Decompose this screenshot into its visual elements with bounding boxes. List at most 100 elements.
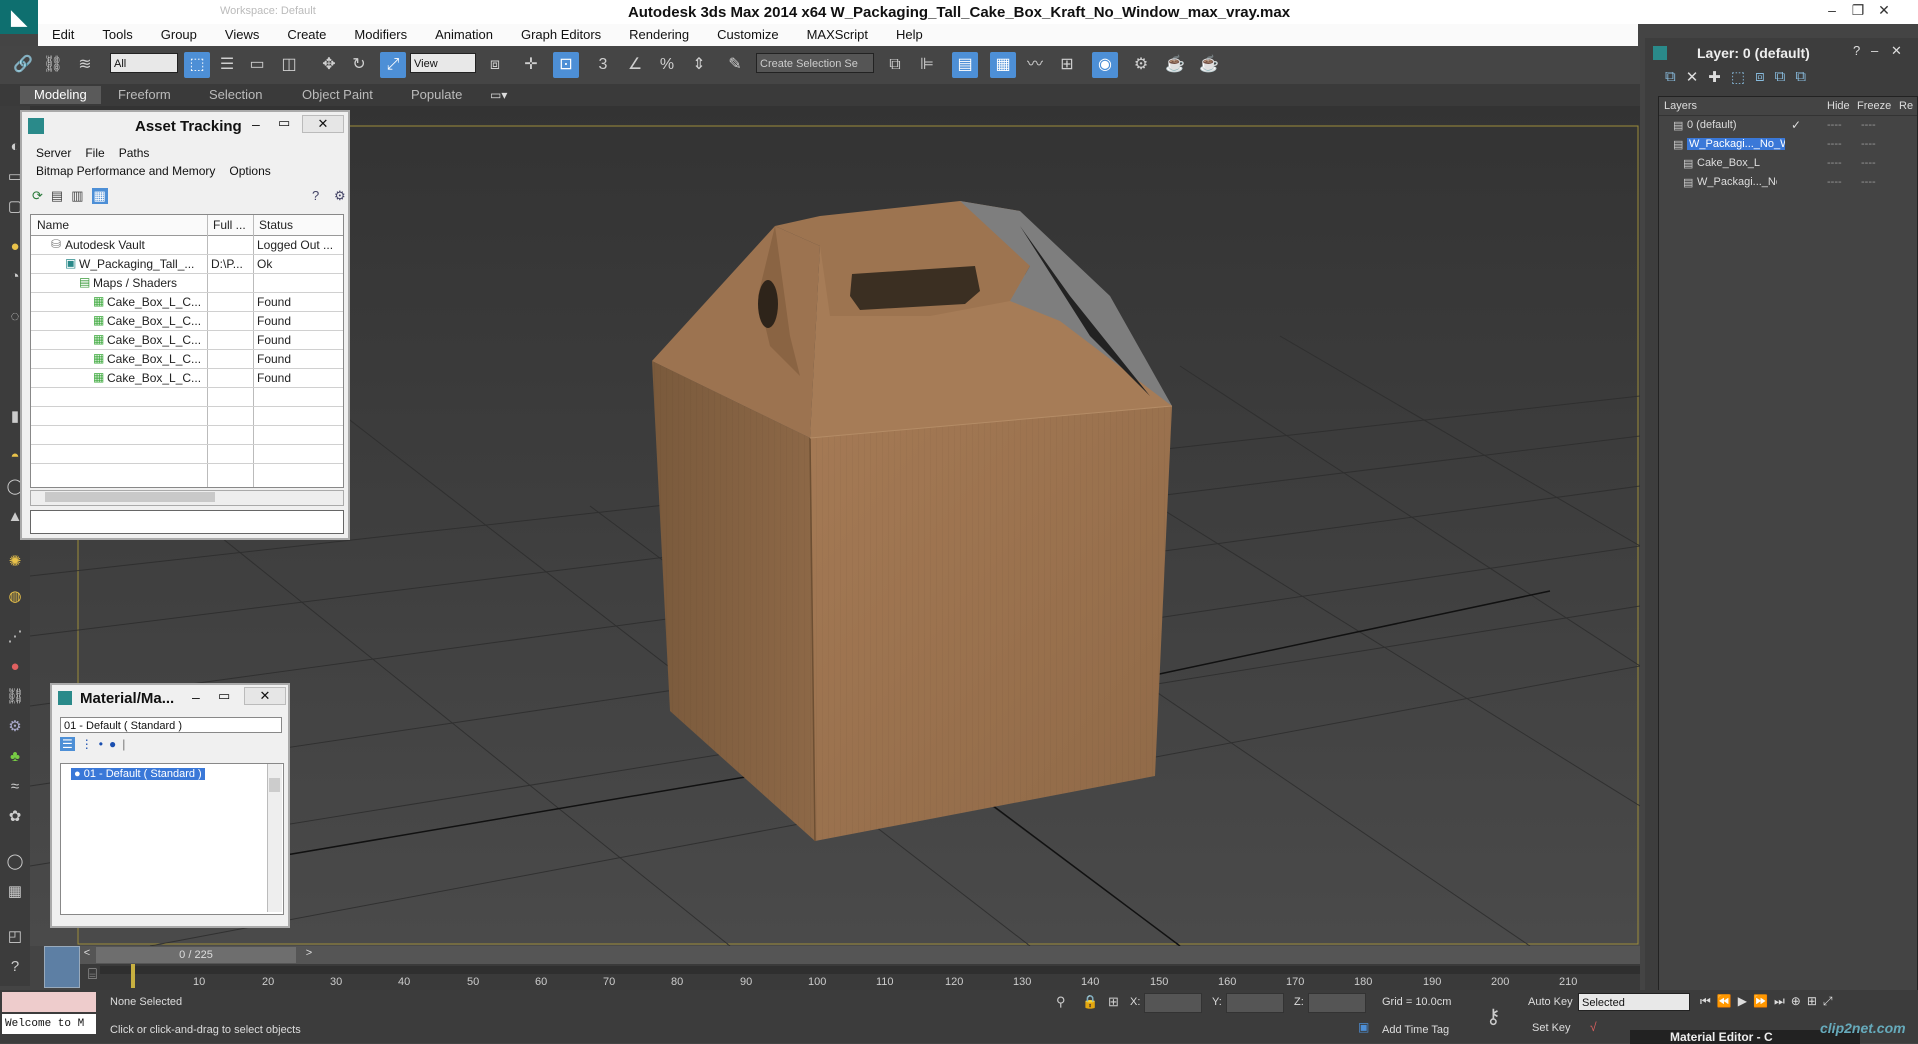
- add-to-layer-icon[interactable]: ✚: [1708, 68, 1721, 94]
- hide-all-icon[interactable]: ⧉: [1775, 68, 1786, 94]
- schematic-view-icon[interactable]: ⊞: [1054, 52, 1080, 78]
- omni-light-icon[interactable]: ◍: [4, 586, 26, 608]
- help-icon[interactable]: ?: [4, 956, 26, 978]
- scrollbar-thumb[interactable]: [269, 778, 280, 792]
- menu-options[interactable]: Options: [229, 164, 270, 178]
- previous-key-icon[interactable]: ⏪: [1717, 994, 1732, 1009]
- table-row[interactable]: ▣ W_Packaging_Tall_... D:\P... Ok: [31, 254, 343, 274]
- render-sphere-icon[interactable]: ◯: [4, 851, 26, 873]
- set-key-mode-icon[interactable]: ⚷: [1486, 1004, 1501, 1029]
- go-to-start-icon[interactable]: ⏮: [1700, 994, 1711, 1009]
- menu-server[interactable]: Server: [36, 146, 71, 160]
- menu-graph-editors[interactable]: Graph Editors: [507, 24, 615, 46]
- column-name[interactable]: Name: [37, 218, 69, 232]
- close-icon[interactable]: ✕: [1872, 2, 1896, 20]
- select-object-icon[interactable]: ⬚: [184, 52, 210, 78]
- list-icon[interactable]: ☰: [60, 737, 75, 751]
- menu-create[interactable]: Create: [273, 24, 340, 46]
- layer-name[interactable]: W_Packagi..._Nc: [1697, 176, 1777, 188]
- highlight-layer-icon[interactable]: ⧈: [1755, 68, 1765, 94]
- material-list-item[interactable]: ● 01 - Default ( Standard ): [71, 768, 205, 780]
- table-row[interactable]: ▦ Cake_Box_L_C... Found: [31, 349, 343, 369]
- menu-rendering[interactable]: Rendering: [615, 24, 703, 46]
- layer-manager-icon[interactable]: ▤: [952, 52, 978, 78]
- go-to-end-icon[interactable]: ⏭: [1774, 994, 1785, 1009]
- graphite-ribbon-icon[interactable]: ▦: [990, 52, 1016, 78]
- menu-maxscript[interactable]: MAXScript: [793, 24, 882, 46]
- named-selection-set-dropdown[interactable]: Create Selection Se: [756, 53, 874, 73]
- list-view-icon[interactable]: ▤: [51, 188, 63, 204]
- freeze-all-icon[interactable]: ⧉: [1795, 68, 1806, 94]
- table-row[interactable]: ▦ Cake_Box_L_C... Found: [31, 311, 343, 331]
- spinner-snap-icon[interactable]: ⇕: [686, 52, 712, 78]
- mini-curve-editor-button[interactable]: [44, 946, 80, 988]
- settings-icon[interactable]: ⚙: [334, 188, 346, 204]
- help-icon[interactable]: ?: [1853, 43, 1860, 58]
- y-coordinate-field[interactable]: [1226, 993, 1284, 1013]
- minimize-icon[interactable]: –: [192, 689, 200, 705]
- layer-row[interactable]: ▤ W_Packagi..._No_W ---- ----: [1659, 136, 1917, 154]
- select-manipulate-icon[interactable]: ✛: [518, 52, 544, 78]
- time-tag-icon[interactable]: ▣: [1358, 1020, 1369, 1034]
- sun-icon[interactable]: ✺: [4, 551, 26, 573]
- column-full-path[interactable]: Full ...: [213, 218, 246, 232]
- play-icon[interactable]: ▶: [1738, 994, 1747, 1009]
- zoom-all-icon[interactable]: ⊞: [1807, 994, 1817, 1009]
- menu-paths[interactable]: Paths: [119, 146, 150, 160]
- unlink-selection-icon[interactable]: ⛓: [40, 52, 66, 78]
- column-status[interactable]: Status: [259, 218, 293, 232]
- snaps-toggle-icon[interactable]: 3: [590, 52, 616, 78]
- table-row[interactable]: ▤ Maps / Shaders: [31, 273, 343, 293]
- rectangular-selection-icon[interactable]: ▭: [244, 52, 270, 78]
- table-row[interactable]: [31, 425, 343, 445]
- column-hide[interactable]: Hide: [1827, 100, 1850, 112]
- table-row[interactable]: [31, 444, 343, 464]
- app-menu-button[interactable]: ◣: [0, 0, 38, 34]
- link-icon[interactable]: ⛓: [4, 686, 26, 708]
- minimize-icon[interactable]: –: [1820, 2, 1844, 20]
- table-row[interactable]: ⛁ Autodesk Vault Logged Out ...: [31, 235, 343, 255]
- time-slider-thumb[interactable]: 0 / 225: [96, 947, 296, 963]
- tab-selection[interactable]: Selection: [195, 86, 276, 104]
- curve-editor-icon[interactable]: 〰: [1022, 52, 1048, 78]
- menu-tools[interactable]: Tools: [88, 24, 146, 46]
- maximize-toggle-icon[interactable]: ⤢: [1823, 994, 1833, 1009]
- table-row[interactable]: [31, 406, 343, 426]
- menu-file[interactable]: File: [85, 146, 104, 160]
- tab-populate[interactable]: Populate: [397, 86, 476, 104]
- hide-toggle[interactable]: ----: [1827, 157, 1842, 169]
- layer-row[interactable]: ▤ 0 (default) ---- ---- ✓: [1659, 117, 1917, 135]
- time-slider[interactable]: < 0 / 225 >: [80, 946, 1640, 964]
- material-editor-icon[interactable]: ◉: [1092, 52, 1118, 78]
- key-filters-icon[interactable]: √: [1590, 1020, 1597, 1034]
- table-row[interactable]: [31, 387, 343, 407]
- auto-key-button[interactable]: Auto Key: [1528, 996, 1573, 1008]
- select-by-name-icon[interactable]: ☰: [214, 52, 240, 78]
- grid-view-icon[interactable]: ▦: [91, 188, 108, 204]
- layer-row[interactable]: ▤ W_Packagi..._Nc ---- ----: [1659, 174, 1917, 192]
- vertical-scrollbar[interactable]: [267, 764, 282, 912]
- render-setup-icon[interactable]: ⚙: [1128, 52, 1154, 78]
- close-icon[interactable]: ✕: [1891, 43, 1902, 59]
- freeze-toggle[interactable]: ----: [1861, 138, 1876, 150]
- menu-help[interactable]: Help: [882, 24, 937, 46]
- maximize-icon[interactable]: ▭: [278, 115, 290, 131]
- x-coordinate-field[interactable]: [1144, 993, 1202, 1013]
- current-layer-check-icon[interactable]: ✓: [1791, 118, 1801, 132]
- refresh-icon[interactable]: ⟳: [32, 188, 43, 204]
- table-row[interactable]: ▦ Cake_Box_L_C... Found: [31, 292, 343, 312]
- table-row[interactable]: ▦ Cake_Box_L_C... Found: [31, 368, 343, 388]
- tab-freeform[interactable]: Freeform: [104, 86, 185, 104]
- freeze-toggle[interactable]: ----: [1861, 119, 1876, 131]
- table-view-icon[interactable]: ▥: [71, 188, 83, 204]
- horizontal-scrollbar[interactable]: [30, 490, 344, 506]
- menu-animation[interactable]: Animation: [421, 24, 507, 46]
- hide-toggle[interactable]: ----: [1827, 119, 1842, 131]
- edit-named-selection-icon[interactable]: ✎: [722, 52, 748, 78]
- next-key-icon[interactable]: ⏩: [1753, 994, 1768, 1009]
- mirror-icon[interactable]: ⧉: [882, 52, 908, 78]
- fur-icon[interactable]: ✿: [4, 806, 26, 828]
- percent-snap-icon[interactable]: %: [654, 52, 680, 78]
- isolate-selection-icon[interactable]: ⚲: [1056, 994, 1066, 1010]
- material-sphere-icon[interactable]: ●: [4, 656, 26, 678]
